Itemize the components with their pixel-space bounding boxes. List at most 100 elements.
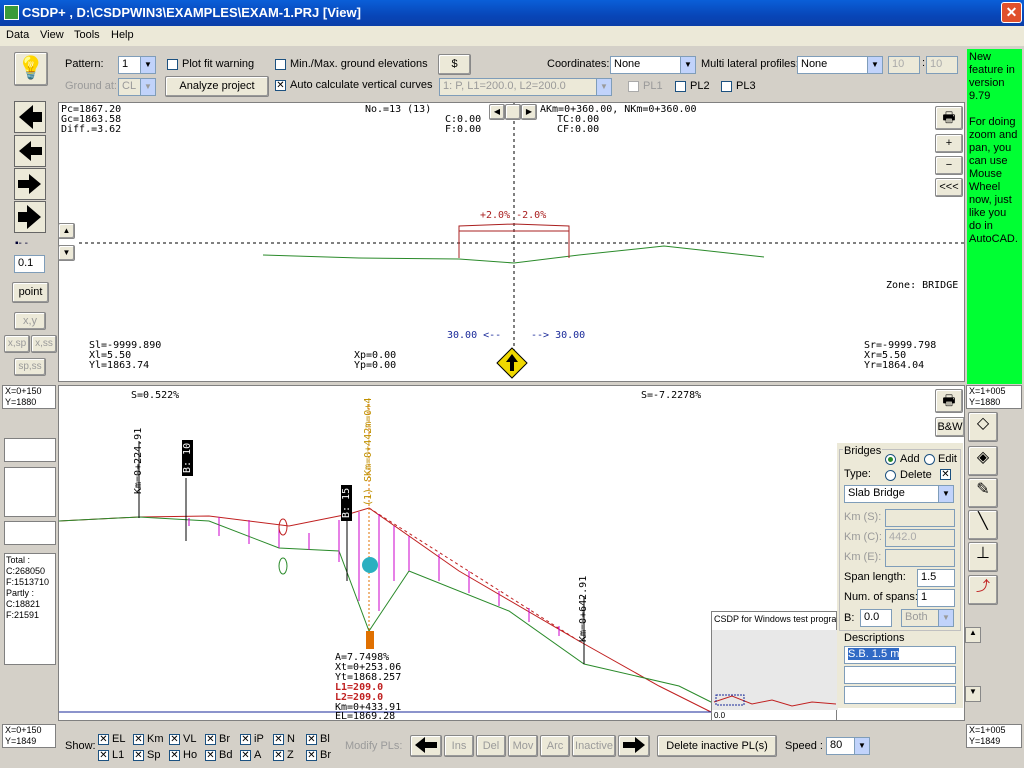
show-bl-checkbox[interactable]: ✕	[306, 734, 317, 745]
scroll-down-icon[interactable]: ▼	[58, 245, 75, 261]
b-input[interactable]: 0.0	[860, 609, 892, 627]
desc-scroll-down-icon[interactable]: ▼	[965, 686, 981, 702]
show-km-checkbox[interactable]: ✕	[133, 734, 144, 745]
modify-prev-icon[interactable]	[410, 735, 442, 757]
first-arrow-icon[interactable]	[14, 101, 46, 133]
xsp-button[interactable]: x,sp	[4, 335, 30, 353]
coordinates-select[interactable]: None ▼	[610, 56, 696, 74]
line-tool-icon[interactable]: ╲	[968, 510, 998, 540]
multi-lateral-select[interactable]: None ▼	[797, 56, 883, 74]
menu-view[interactable]: View	[40, 29, 64, 41]
show-z-checkbox[interactable]: ✕	[273, 750, 284, 761]
show-ho-checkbox[interactable]: ✕	[169, 750, 180, 761]
print-profile-icon[interactable]: 🖶	[935, 389, 963, 413]
chart-tool-icon[interactable]: ⤴	[968, 575, 998, 605]
delete-inactive-button[interactable]: Delete inactive PL(s)	[657, 735, 777, 757]
bw-button[interactable]: B&W	[935, 417, 965, 437]
section-scroll-thumb[interactable]	[505, 104, 521, 120]
north-sign-icon[interactable]	[496, 347, 528, 379]
analyze-project-button[interactable]: Analyze project	[165, 76, 269, 97]
auto-vc-checkbox[interactable]: ✕	[275, 80, 286, 91]
ins-button[interactable]: Ins	[444, 735, 474, 757]
next-arrow-icon[interactable]	[14, 168, 46, 200]
pattern-select[interactable]: 1 ▼	[118, 56, 156, 74]
show-bd-checkbox[interactable]: ✕	[205, 750, 216, 761]
zoom-tool-icon[interactable]: ◈	[968, 446, 998, 476]
show-l1-checkbox[interactable]: ✕	[98, 750, 109, 761]
km-e-input[interactable]	[885, 549, 955, 567]
mov-button[interactable]: Mov	[508, 735, 538, 757]
show-n-checkbox[interactable]: ✕	[273, 734, 284, 745]
point-button[interactable]: point	[12, 282, 49, 303]
pl2-checkbox[interactable]	[675, 81, 686, 92]
close-button[interactable]: ✕	[1001, 2, 1022, 23]
last-arrow-icon[interactable]	[14, 201, 46, 233]
bridge-checkbox[interactable]: ✕	[940, 469, 951, 480]
pattern-desc-select[interactable]: 1: P, L1=200.0, L2=200.0 ▼	[439, 78, 612, 96]
dollar-button[interactable]: $	[438, 54, 471, 75]
km-c-input[interactable]: 442.0	[885, 529, 955, 547]
pl1-checkbox[interactable]	[628, 81, 639, 92]
show-vl-checkbox[interactable]: ✕	[169, 734, 180, 745]
lightbulb-icon[interactable]: 💡	[14, 52, 48, 86]
num-spans-input[interactable]: 1	[917, 589, 955, 607]
zoom-back-button[interactable]: <<<	[935, 178, 963, 197]
spss-button[interactable]: sp,ss	[14, 358, 46, 376]
pl3-checkbox[interactable]	[721, 81, 732, 92]
show-z-label: Z	[287, 749, 294, 761]
menu-data[interactable]: Data	[6, 29, 29, 41]
pan-tool-icon[interactable]: ◇	[968, 412, 998, 442]
prev-arrow-icon[interactable]	[14, 135, 46, 167]
modify-next-icon[interactable]	[618, 735, 650, 757]
menu-tools[interactable]: Tools	[74, 29, 100, 41]
menu-help[interactable]: Help	[111, 29, 134, 41]
minmax-checkbox[interactable]	[275, 59, 286, 70]
km-s-input[interactable]	[885, 509, 955, 527]
edit-radio[interactable]	[924, 454, 935, 465]
cross-section-pane[interactable]: Pc=1867.20 Gc=1863.58 Diff.=3.62 No.=13 …	[58, 102, 965, 382]
del-button[interactable]: Del	[476, 735, 506, 757]
next-section-icon[interactable]: ▶	[521, 104, 537, 120]
print-icon[interactable]: 🖶	[935, 106, 963, 130]
f-value: F:0.00	[445, 124, 482, 135]
b-label: B:	[844, 612, 855, 624]
show-br-checkbox[interactable]: ✕	[205, 734, 216, 745]
new-feature-note: New feature in version 9.79 For doing zo…	[967, 49, 1022, 384]
show-sp-checkbox[interactable]: ✕	[133, 750, 144, 761]
speed-select[interactable]: 80 ▼	[826, 737, 870, 755]
plot-fit-checkbox[interactable]	[167, 59, 178, 70]
both-select[interactable]: Both ▼	[901, 609, 954, 627]
delete-label: Delete	[900, 469, 932, 481]
show-ip-checkbox[interactable]: ✕	[240, 734, 251, 745]
measure-tool-icon[interactable]: ✎	[968, 478, 998, 508]
description-input-1[interactable]: S.B. 1.5 m	[844, 646, 956, 664]
zoom-in-button[interactable]: +	[935, 134, 963, 153]
prev-section-icon[interactable]: ◀	[489, 104, 505, 120]
add-radio[interactable]	[885, 454, 896, 465]
lateral-b-input[interactable]: 10	[926, 56, 958, 74]
description-input-3[interactable]	[844, 686, 956, 704]
bottom-left-coord: X=0+150 Y=1849	[2, 724, 56, 748]
arc-button[interactable]: Arc	[540, 735, 570, 757]
inactive-button[interactable]: Inactive	[572, 735, 616, 757]
show-el-checkbox[interactable]: ✕	[98, 734, 109, 745]
desc-scroll-up-icon[interactable]: ▲	[965, 627, 981, 643]
delete-radio[interactable]	[885, 470, 896, 481]
show-a-checkbox[interactable]: ✕	[240, 750, 251, 761]
ground-select[interactable]: CL ▼	[118, 78, 156, 96]
scroll-up-icon[interactable]: ▲	[58, 223, 75, 239]
overview-window[interactable]: CSDP for Windows test program 0.0	[711, 611, 838, 721]
description-input-2[interactable]	[844, 666, 956, 684]
lateral-a-input[interactable]: 10	[888, 56, 920, 74]
show-br2-checkbox[interactable]: ✕	[306, 750, 317, 761]
bridge-type-select[interactable]: Slab Bridge ▼	[844, 485, 954, 503]
bridge-tool-icon[interactable]: ⊥	[968, 542, 998, 572]
xss-button[interactable]: x,ss	[31, 335, 57, 353]
span-length-input[interactable]: 1.5	[917, 569, 955, 587]
xy-button[interactable]: x,y	[14, 312, 46, 330]
show-label: Show:	[65, 740, 96, 752]
zoom-input[interactable]: 0.1	[14, 255, 45, 273]
zoom-out-button[interactable]: −	[935, 156, 963, 175]
show-sp-label: Sp	[147, 749, 161, 761]
add-label: Add	[900, 453, 920, 465]
